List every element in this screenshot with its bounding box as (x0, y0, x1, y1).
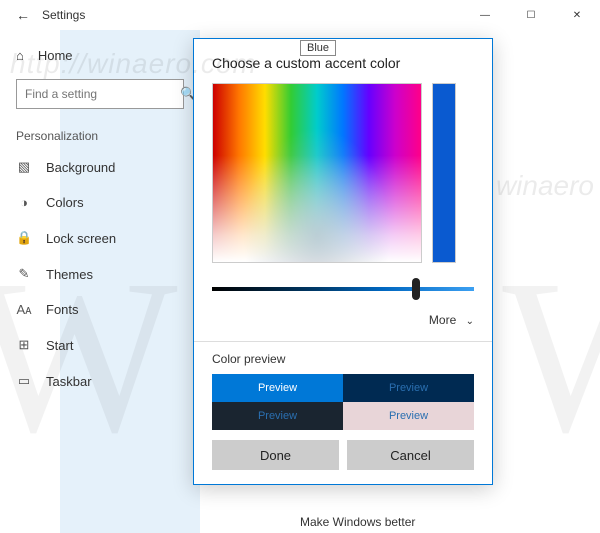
color-picker-row (212, 83, 474, 263)
slider-thumb[interactable] (412, 278, 420, 300)
sidebar-item-themes[interactable]: ✎ Themes (0, 256, 200, 292)
sidebar-home-label: Home (38, 48, 73, 63)
accent-color-dialog: Choose a custom accent color More ⌄ Colo… (193, 38, 493, 485)
slider-track (212, 287, 474, 291)
palette-icon: ◑ (16, 195, 32, 210)
start-icon: ⊞ (16, 337, 32, 353)
taskbar-icon: ▭ (16, 373, 32, 389)
minimize-button[interactable]: — (462, 0, 508, 30)
more-expander[interactable]: More ⌄ (212, 309, 474, 337)
close-button[interactable]: ✕ (554, 0, 600, 30)
divider (194, 341, 492, 342)
sidebar-item-colors[interactable]: ◑ Colors (0, 185, 200, 220)
sidebar-item-label: Colors (46, 195, 84, 210)
sidebar-item-fonts[interactable]: Aᴀ Fonts (0, 292, 200, 327)
chevron-down-icon: ⌄ (466, 316, 474, 327)
settings-window: ← Settings — ☐ ✕ ⌂ Home 🔍 Personalizatio… (0, 0, 600, 533)
lock-icon: 🔒 (16, 230, 32, 246)
maximize-button[interactable]: ☐ (508, 0, 554, 30)
brush-icon: ✎ (16, 266, 32, 282)
preview-tile-light-bg: Preview (343, 402, 474, 430)
sidebar-item-label: Start (46, 338, 73, 353)
sidebar-item-label: Taskbar (46, 374, 92, 389)
window-title: Settings (42, 8, 85, 22)
sidebar-item-taskbar[interactable]: ▭ Taskbar (0, 363, 200, 399)
preview-tile-dark-bg: Preview (212, 402, 343, 430)
watermark-logo: W (502, 230, 600, 483)
search-input[interactable] (25, 87, 180, 101)
search-box[interactable]: 🔍 (16, 79, 184, 109)
window-controls: — ☐ ✕ (462, 0, 600, 30)
sidebar-item-label: Lock screen (46, 231, 116, 246)
dialog-button-row: Done Cancel (212, 440, 474, 470)
preview-grid: Preview Preview Preview Preview (212, 374, 474, 430)
sidebar-item-label: Background (46, 160, 115, 175)
done-button[interactable]: Done (212, 440, 339, 470)
color-tooltip: Blue (300, 40, 336, 56)
picture-icon: ▧ (16, 159, 32, 175)
watermark-text: winaero (496, 170, 594, 202)
preview-tile-light-accent: Preview (212, 374, 343, 402)
sidebar: ⌂ Home 🔍 Personalization ▧ Background ◑ … (0, 30, 200, 533)
preview-tile-dark-accent: Preview (343, 374, 474, 402)
sidebar-item-lockscreen[interactable]: 🔒 Lock screen (0, 220, 200, 256)
home-icon: ⌂ (16, 48, 24, 63)
titlebar: ← Settings — ☐ ✕ (0, 0, 600, 30)
cancel-button[interactable]: Cancel (347, 440, 474, 470)
sidebar-home[interactable]: ⌂ Home (0, 40, 200, 71)
value-slider[interactable] (212, 277, 474, 301)
sidebar-item-label: Fonts (46, 302, 79, 317)
hue-saturation-picker[interactable] (212, 83, 422, 263)
back-button[interactable]: ← (8, 0, 38, 30)
more-label: More (429, 313, 456, 327)
footer-text: Make Windows better (300, 515, 415, 529)
sidebar-item-background[interactable]: ▧ Background (0, 149, 200, 185)
font-icon: Aᴀ (16, 302, 32, 317)
sidebar-item-label: Themes (46, 267, 93, 282)
dialog-title: Choose a custom accent color (212, 55, 474, 71)
value-strip[interactable] (432, 83, 456, 263)
sidebar-item-start[interactable]: ⊞ Start (0, 327, 200, 363)
sidebar-group-title: Personalization (0, 117, 200, 149)
preview-heading: Color preview (212, 352, 474, 366)
